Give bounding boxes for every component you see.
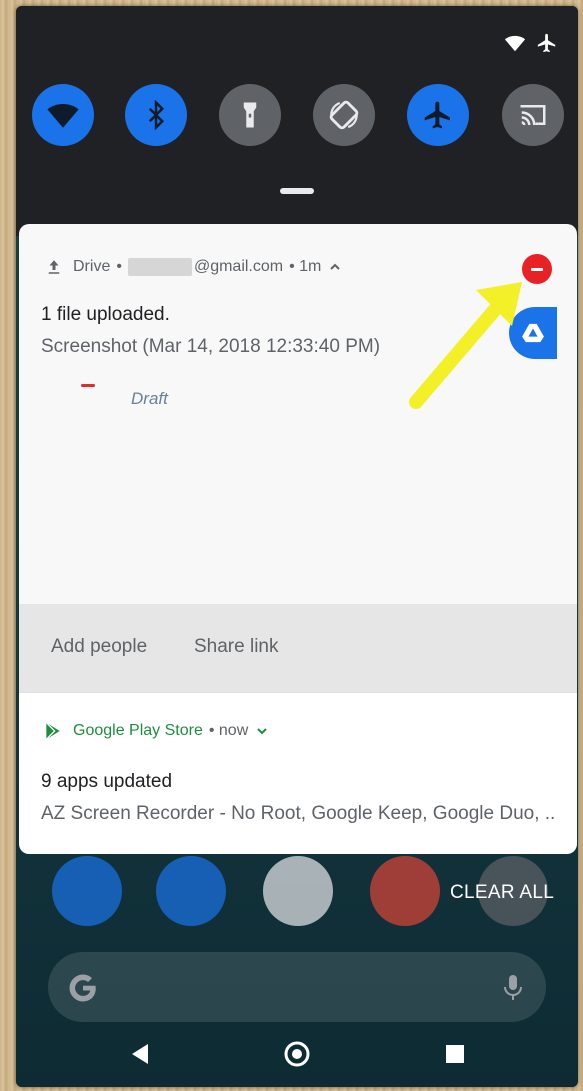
add-people-button[interactable]: Add people	[51, 636, 147, 658]
preview-mark	[81, 384, 95, 387]
notification-title: 1 file uploaded.	[41, 304, 170, 325]
auto-rotate-toggle[interactable]	[313, 84, 375, 146]
wifi-toggle[interactable]	[32, 84, 94, 146]
app-name: Google Play Store	[73, 722, 203, 739]
redacted-email	[127, 258, 192, 276]
share-link-button[interactable]: Share link	[194, 636, 279, 658]
chevron-up-icon[interactable]	[329, 261, 341, 273]
notification-text: AZ Screen Recorder - No Root, Google Kee…	[41, 803, 556, 824]
cast-toggle[interactable]	[502, 84, 564, 146]
flashlight-icon	[243, 102, 257, 128]
wifi-status-icon	[504, 32, 526, 54]
airplane-status-icon	[536, 32, 558, 54]
app-name: Drive	[73, 258, 111, 275]
chrome-app-icon[interactable]	[370, 856, 440, 926]
airplane-mode-toggle[interactable]	[407, 84, 469, 146]
play-store-app-icon[interactable]	[263, 856, 333, 926]
account-email: @gmail.com	[193, 258, 284, 275]
notification-time: • 1m	[289, 258, 322, 275]
preview-draft-label: Draft	[131, 389, 168, 408]
cast-icon	[520, 105, 546, 126]
play-store-notification[interactable]: Google Play Store • now 9 apps updated A…	[19, 692, 577, 854]
clear-all-button[interactable]: CLEAR ALL	[450, 882, 554, 904]
chevron-down-icon[interactable]	[256, 725, 268, 737]
google-g-icon	[69, 974, 96, 1002]
notification-header: Drive • @gmail.com • 1m	[45, 258, 341, 276]
drive-notification[interactable]: Drive • @gmail.com • 1m 1 file uploaded.…	[19, 224, 577, 692]
phone-app-icon[interactable]	[52, 856, 122, 926]
upload-icon	[48, 260, 60, 274]
status-bar-icons	[504, 32, 558, 54]
flashlight-toggle[interactable]	[219, 84, 281, 146]
back-icon[interactable]	[126, 1039, 156, 1069]
notification-title: 9 apps updated	[41, 771, 173, 792]
notification-header: Google Play Store • now	[43, 721, 268, 741]
recents-icon[interactable]	[440, 1039, 470, 1069]
notification-time: • now	[208, 722, 249, 739]
shade-drag-handle[interactable]	[280, 188, 314, 194]
navigation-bar	[16, 1027, 578, 1087]
quick-settings-panel	[16, 6, 578, 236]
bluetooth-toggle[interactable]	[125, 84, 187, 146]
airplane-icon	[424, 101, 450, 129]
remove-icon[interactable]	[522, 254, 552, 284]
quick-settings-row	[16, 84, 578, 164]
drive-icon	[509, 307, 557, 359]
rotate-icon	[329, 100, 359, 130]
play-store-icon	[45, 722, 60, 740]
messages-app-icon[interactable]	[156, 856, 226, 926]
notification-text: Screenshot (Mar 14, 2018 12:33:40 PM)	[41, 336, 381, 357]
wifi-icon	[47, 104, 79, 128]
google-search-bar[interactable]	[48, 952, 546, 1022]
notification-actions: Add people Share link	[19, 604, 577, 692]
phone-screen: CLEAR ALL Drive • @gmail.com • 1m 1 file…	[16, 6, 578, 1087]
bluetooth-icon	[148, 100, 165, 130]
home-icon[interactable]	[282, 1039, 312, 1069]
mic-icon[interactable]	[502, 974, 524, 1002]
separator: •	[116, 258, 122, 275]
